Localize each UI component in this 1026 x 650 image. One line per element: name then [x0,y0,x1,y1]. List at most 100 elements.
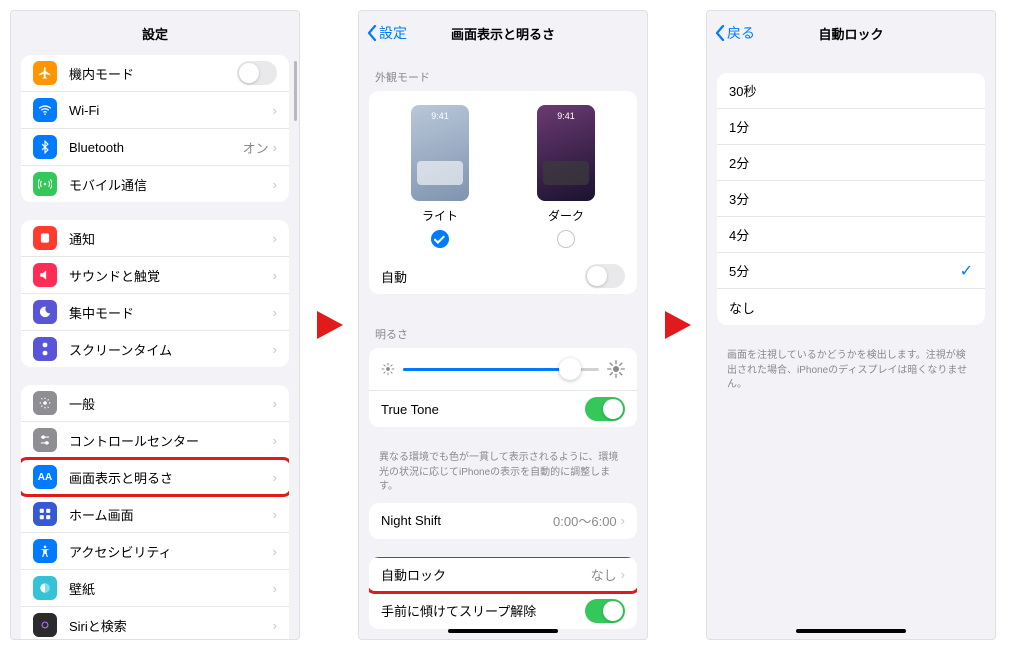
radio-dark[interactable] [557,230,575,248]
night-shift-label: Night Shift [381,513,553,528]
option-5分[interactable]: 5分✓ [717,253,985,289]
chevron-right-icon: › [273,396,277,411]
brightness-group: True Tone [369,348,637,427]
appearance-group: 9:41 ライト 9:41 ダーク 自動 [369,91,637,294]
row-general[interactable]: 一般› [21,385,289,422]
option-なし[interactable]: なし [717,289,985,325]
screen-display-brightness: 設定 画面表示と明るさ 外観モード 9:41 ライト 9:41 ダーク [358,10,648,640]
back-button[interactable]: 戻る [715,23,755,43]
row-label: スクリーンタイム [69,340,273,359]
siri-icon [33,613,57,637]
nav-bar: 設定 画面表示と明るさ [359,11,647,55]
wifi-icon [33,98,57,122]
autolock-group: 自動ロック なし › 手前に傾けてスリープ解除 [369,557,637,629]
night-shift-group: Night Shift 0:00〜6:00 › [369,503,637,539]
toggle-true-tone[interactable] [585,397,625,421]
brightness-slider[interactable] [403,368,599,371]
home-icon [33,502,57,526]
row-value: オン [243,138,269,157]
option-label: 3分 [729,189,973,208]
auto-lock-options: 30秒1分2分 3分 4分5分✓ なし [717,73,985,325]
checkmark-icon: ✓ [960,261,973,281]
row-screentime[interactable]: スクリーンタイム› [21,331,289,367]
settings-group: 一般›コントロールセンター›AA画面表示と明るさ›ホーム画面›アクセシビリティ›… [21,385,289,640]
raise-to-wake-label: 手前に傾けてスリープ解除 [381,601,585,620]
brightness-slider-row[interactable] [369,348,637,391]
row-raise-to-wake[interactable]: 手前に傾けてスリープ解除 [369,593,637,629]
auto-lock-label: 自動ロック [381,565,591,584]
row-controlcenter[interactable]: コントロールセンター› [21,422,289,459]
screen-settings-root: 設定 機内モードWi-Fi›Bluetoothオン›モバイル通信›通知›サウンド… [10,10,300,640]
airplane-icon [33,61,57,85]
chevron-right-icon: › [273,103,277,118]
back-button[interactable]: 設定 [367,23,407,43]
row-label: サウンドと触覚 [69,266,273,285]
toggle-auto-appearance[interactable] [585,264,625,288]
focus-icon [33,300,57,324]
scrollbar[interactable] [294,61,297,121]
row-notifications[interactable]: 通知› [21,220,289,257]
row-auto-lock[interactable]: 自動ロック なし › [369,557,637,593]
auto-label: 自動 [381,267,585,286]
nav-title: 画面表示と明るさ [451,24,555,43]
option-30秒[interactable]: 30秒 [717,73,985,109]
row-bluetooth[interactable]: Bluetoothオン › [21,129,289,166]
night-shift-value: 0:00〜6:00 [553,511,617,530]
chevron-right-icon: › [273,177,277,192]
row-display[interactable]: AA画面表示と明るさ› [21,459,289,496]
row-label: 画面表示と明るさ [69,468,273,487]
chevron-right-icon: › [273,544,277,559]
row-label: 集中モード [69,303,273,322]
screentime-icon [33,337,57,361]
toggle-raise-to-wake[interactable] [585,599,625,623]
row-true-tone[interactable]: True Tone [369,391,637,427]
nav-title: 設定 [142,24,168,43]
nav-bar: 戻る 自動ロック [707,11,995,55]
sun-small-icon [381,362,395,376]
chevron-right-icon: › [273,507,277,522]
row-focus[interactable]: 集中モード› [21,294,289,331]
row-cellular[interactable]: モバイル通信› [21,166,289,202]
true-tone-label: True Tone [381,402,585,417]
nav-bar: 設定 [11,11,299,55]
screen-auto-lock: 戻る 自動ロック 30秒1分2分3分4分5分✓なし 画面を注視しているかどうかを… [706,10,996,640]
option-3分[interactable]: 3分 [717,181,985,217]
wallpaper-icon [33,576,57,600]
row-airplane[interactable]: 機内モード [21,55,289,92]
settings-group: 通知›サウンドと触覚›集中モード›スクリーンタイム› [21,220,289,367]
option-2分[interactable]: 2分 [717,145,985,181]
preview-dark: 9:41 [537,105,595,201]
back-label: 設定 [379,23,407,43]
row-siri[interactable]: Siriと検索› [21,607,289,640]
toggle-airplane[interactable] [237,61,277,85]
option-label: なし [729,298,973,317]
row-label: Bluetooth [69,140,243,155]
auto-lock-value: なし [591,565,617,584]
row-auto-appearance[interactable]: 自動 [369,258,637,294]
arrow-icon [654,307,700,343]
arrow-icon [306,307,352,343]
accessibility-icon [33,539,57,563]
row-accessibility[interactable]: アクセシビリティ› [21,533,289,570]
home-indicator[interactable] [796,629,906,633]
row-wifi[interactable]: Wi-Fi› [21,92,289,129]
row-night-shift[interactable]: Night Shift 0:00〜6:00 › [369,503,637,539]
cellular-icon [33,172,57,196]
appearance-light[interactable]: 9:41 ライト [411,105,469,258]
home-indicator[interactable] [448,629,558,633]
row-home[interactable]: ホーム画面› [21,496,289,533]
row-label: コントロールセンター [69,431,273,450]
chevron-right-icon: › [273,140,277,155]
radio-light[interactable] [431,230,449,248]
row-label: 一般 [69,394,273,413]
chevron-right-icon: › [273,581,277,596]
section-header-brightness: 明るさ [359,312,647,348]
chevron-right-icon: › [273,305,277,320]
row-sounds[interactable]: サウンドと触覚› [21,257,289,294]
chevron-right-icon: › [273,470,277,485]
appearance-dark[interactable]: 9:41 ダーク [537,105,595,258]
row-wallpaper[interactable]: 壁紙› [21,570,289,607]
option-1分[interactable]: 1分 [717,109,985,145]
row-label: ホーム画面 [69,505,273,524]
option-4分[interactable]: 4分 [717,217,985,253]
